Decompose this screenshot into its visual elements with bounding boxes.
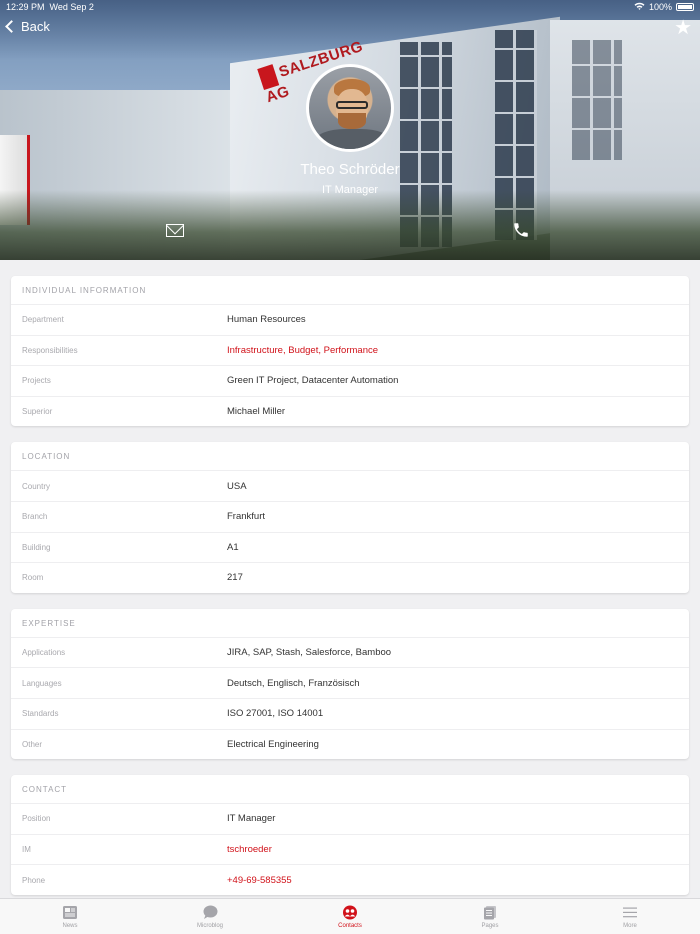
field-label: Languages	[22, 678, 62, 688]
tab-pages[interactable]: Pages	[420, 899, 560, 934]
detail-row: Department Human Resources	[11, 304, 689, 335]
field-value: Human Resources	[227, 314, 306, 326]
detail-row: Room 217	[11, 562, 689, 593]
tab-more[interactable]: More	[560, 899, 700, 934]
trees	[0, 190, 700, 260]
tab-contacts[interactable]: Contacts	[280, 899, 420, 934]
tab-label: More	[623, 922, 637, 929]
field-value: Frankfurt	[227, 511, 266, 523]
section-contact: CONTACT Position IT Manager IM tschroeder …	[11, 775, 689, 895]
avatar	[306, 64, 394, 152]
field-label: Country	[22, 481, 51, 491]
section-title: LOCATION	[22, 452, 71, 462]
section-title: INDIVIDUAL INFORMATION	[22, 286, 147, 295]
detail-row: IM tschroeder	[11, 833, 689, 865]
detail-row: Superior Michael Miller	[11, 395, 689, 427]
tab-label: Pages	[481, 922, 499, 929]
field-label: Projects	[22, 376, 51, 386]
field-value: A1	[227, 541, 239, 553]
detail-row: Applications JIRA, SAP, Stash, Salesforce…	[11, 636, 689, 668]
field-label: Room	[22, 573, 44, 583]
field-value: ISO 27001, ISO 14001	[227, 708, 324, 720]
mail-icon[interactable]	[166, 224, 184, 237]
field-label: IM	[22, 845, 31, 855]
contacts-icon	[342, 905, 358, 920]
tab-news[interactable]: News	[0, 899, 140, 934]
field-label: Branch	[22, 512, 48, 522]
section-expertise: EXPERTISE Applications JIRA, SAP, Stash, …	[11, 608, 689, 760]
microblog-icon	[202, 905, 218, 920]
field-value: Green IT Project, Datacenter Automation	[227, 375, 399, 387]
field-label: Phone	[22, 875, 46, 885]
field-value: 217	[227, 572, 243, 584]
status-date: Wed Sep 2	[49, 2, 94, 12]
field-label: Building	[22, 542, 51, 552]
battery-percent: 100%	[648, 2, 672, 12]
tab-label: News	[62, 922, 78, 929]
responsibilities-link[interactable]: Infrastructure, Budget, Performance	[227, 345, 678, 356]
profile-name: Theo Schröder	[300, 161, 400, 178]
detail-row: Languages Deutsch, Englisch, Französisch	[11, 667, 689, 698]
field-value: Deutsch, Englisch, Französisch	[227, 677, 360, 689]
detail-row: Phone +49-69-585355	[11, 864, 689, 895]
field-label: Department	[22, 315, 64, 325]
im-link[interactable]: tschroeder	[227, 844, 678, 855]
profile-role: IT Manager	[321, 184, 379, 196]
tab-bar: News Microblog Contacts Pages More	[0, 898, 700, 934]
field-label: Applications	[22, 648, 66, 658]
field-value: JIRA, SAP, Stash, Salesforce, Bamboo	[227, 647, 392, 659]
field-label: Superior	[22, 407, 53, 417]
phone-icon[interactable]	[512, 221, 530, 239]
back-button[interactable]: Back	[5, 19, 50, 34]
chevron-left-icon	[5, 20, 18, 33]
detail-row: Projects Green IT Project, Datacenter Aut…	[11, 365, 689, 396]
pages-icon	[482, 905, 498, 920]
favorite-star-icon[interactable]: ★	[674, 18, 692, 38]
battery-icon	[676, 3, 694, 11]
detail-row: Position IT Manager	[11, 803, 689, 834]
detail-row: Branch Frankfurt	[11, 500, 689, 532]
field-label: Responsibilities	[22, 345, 78, 355]
field-value: IT Manager	[227, 813, 276, 825]
section-location: LOCATION Country USA Branch Frankfurt Buil…	[11, 442, 689, 593]
contact-details[interactable]: INDIVIDUAL INFORMATION Department Human R…	[0, 260, 700, 898]
detail-row: Building A1	[11, 531, 689, 563]
back-label: Back	[21, 19, 50, 34]
field-label: Position	[22, 814, 51, 824]
detail-row: Country USA	[11, 470, 689, 501]
status-bar: 12:29 PM Wed Sep 2 100%	[0, 0, 700, 14]
tab-label: Contacts	[338, 922, 362, 929]
field-value: Michael Miller	[227, 406, 286, 418]
detail-row: Other Electrical Engineering	[11, 728, 689, 760]
section-title: EXPERTISE	[22, 618, 76, 628]
news-icon	[62, 905, 78, 920]
section-individual-information: INDIVIDUAL INFORMATION Department Human R…	[11, 276, 689, 427]
field-value: USA	[227, 480, 247, 492]
section-title: CONTACT	[22, 785, 68, 795]
field-label: Other	[22, 739, 43, 749]
field-label: Standards	[22, 709, 59, 719]
detail-row: Responsibilities Infrastructure, Budget, …	[11, 334, 689, 366]
field-value: Electrical Engineering	[227, 738, 319, 750]
phone-link[interactable]: +49-69-585355	[227, 875, 678, 886]
more-icon	[622, 905, 638, 920]
wifi-icon	[634, 2, 645, 12]
detail-row: Standards ISO 27001, ISO 14001	[11, 697, 689, 729]
tab-label: Microblog	[196, 922, 223, 929]
status-time: 12:29 PM	[6, 2, 45, 12]
tab-microblog[interactable]: Microblog	[140, 899, 280, 934]
